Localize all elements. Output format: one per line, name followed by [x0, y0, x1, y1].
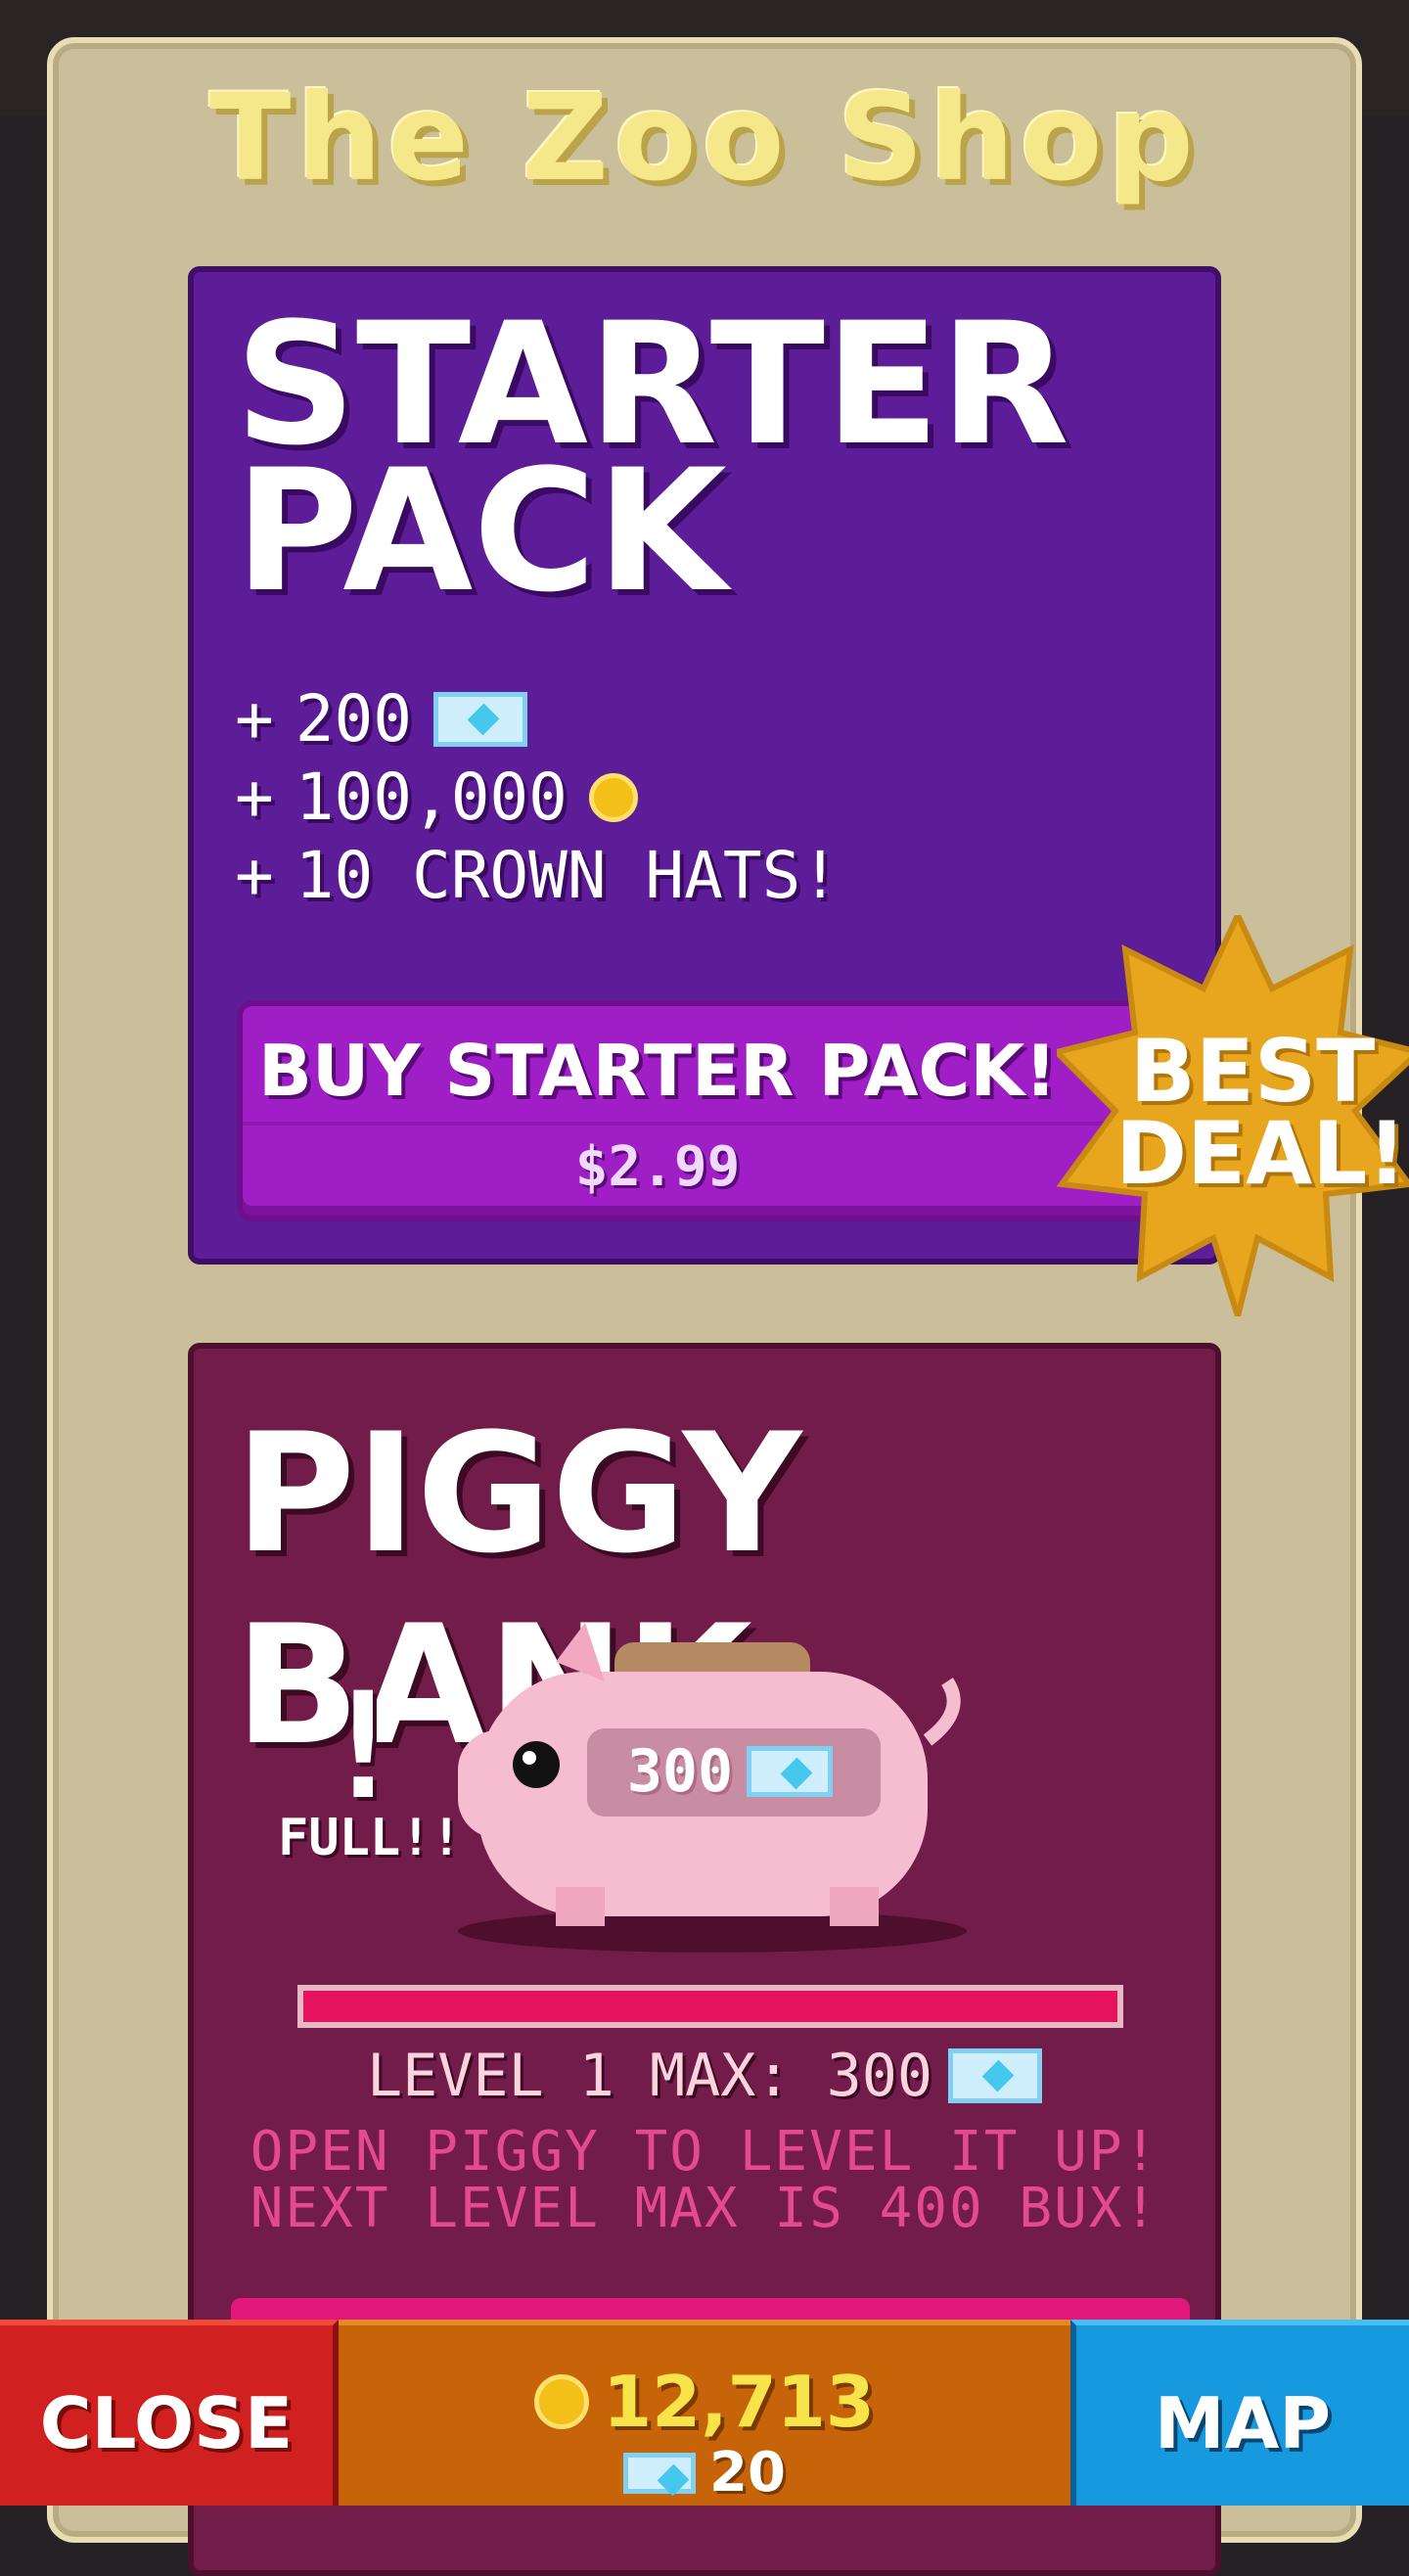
coins-row: 12,713 — [339, 2361, 1070, 2443]
gem-icon — [623, 2452, 697, 2494]
gem-icon — [432, 691, 527, 747]
piggy-progress-bar — [297, 1985, 1123, 2028]
buy-button-price: $2.99 — [574, 1135, 741, 1199]
piggy-hint-line1: OPEN PIGGY TO LEVEL IT UP! — [250, 2120, 1159, 2184]
close-button-label: CLOSE — [39, 2382, 294, 2464]
piggy-hint-line2: NEXT LEVEL MAX IS 400 BUX! — [250, 2177, 1159, 2240]
coin-icon — [588, 772, 638, 822]
buy-button-label: BUY STARTER PACK! — [257, 1030, 1057, 1112]
perk-gems: + 200 — [235, 681, 527, 757]
map-button[interactable]: MAP — [1070, 2320, 1409, 2506]
gem-icon — [747, 1746, 834, 1797]
coins-count: 12,713 — [603, 2361, 875, 2443]
perk-prefix: + — [235, 681, 274, 757]
best-deal-text: BEST DEAL! — [1115, 1021, 1407, 1204]
full-label: FULL!! — [278, 1809, 462, 1867]
currency-display: 12,713 20 — [339, 2320, 1070, 2506]
best-deal-badge: BEST DEAL! — [1057, 915, 1409, 1316]
perk-prefix: + — [235, 759, 274, 835]
perk-hats-text: 10 CROWN HATS! — [295, 838, 841, 913]
level-max: LEVEL 1 MAX: 300 — [194, 2042, 1215, 2110]
perk-coins-amount: 100,000 — [295, 759, 568, 835]
close-button[interactable]: CLOSE — [0, 2320, 339, 2506]
piggy-amount-value: 300 — [626, 1737, 734, 1806]
perk-hats: + 10 CROWN HATS! — [235, 838, 840, 913]
level-max-label: LEVEL 1 MAX: 300 — [367, 2042, 932, 2110]
perk-coins: + 100,000 — [235, 759, 638, 835]
exclamation-icon: ! — [319, 1662, 408, 1832]
piggy-amount: 300 — [591, 1730, 869, 1813]
map-button-label: MAP — [1154, 2382, 1332, 2464]
coin-icon — [534, 2374, 590, 2429]
gems-row: 20 — [339, 2441, 1070, 2505]
bottom-bar: CLOSE 12,713 20 MAP — [0, 2320, 1409, 2506]
perk-gems-amount: 200 — [295, 681, 412, 757]
gem-icon — [947, 2048, 1042, 2103]
piggy-progress-fill — [303, 1991, 1117, 2022]
gems-count: 20 — [709, 2441, 786, 2505]
buy-starter-pack-button[interactable]: BUY STARTER PACK! $2.99 — [237, 1000, 1196, 1221]
starter-pack-title: STARTER PACK — [235, 300, 1115, 616]
perk-prefix: + — [235, 838, 274, 913]
shop-title: The Zoo Shop — [209, 69, 1200, 207]
buy-button-divider — [243, 1122, 1190, 1126]
